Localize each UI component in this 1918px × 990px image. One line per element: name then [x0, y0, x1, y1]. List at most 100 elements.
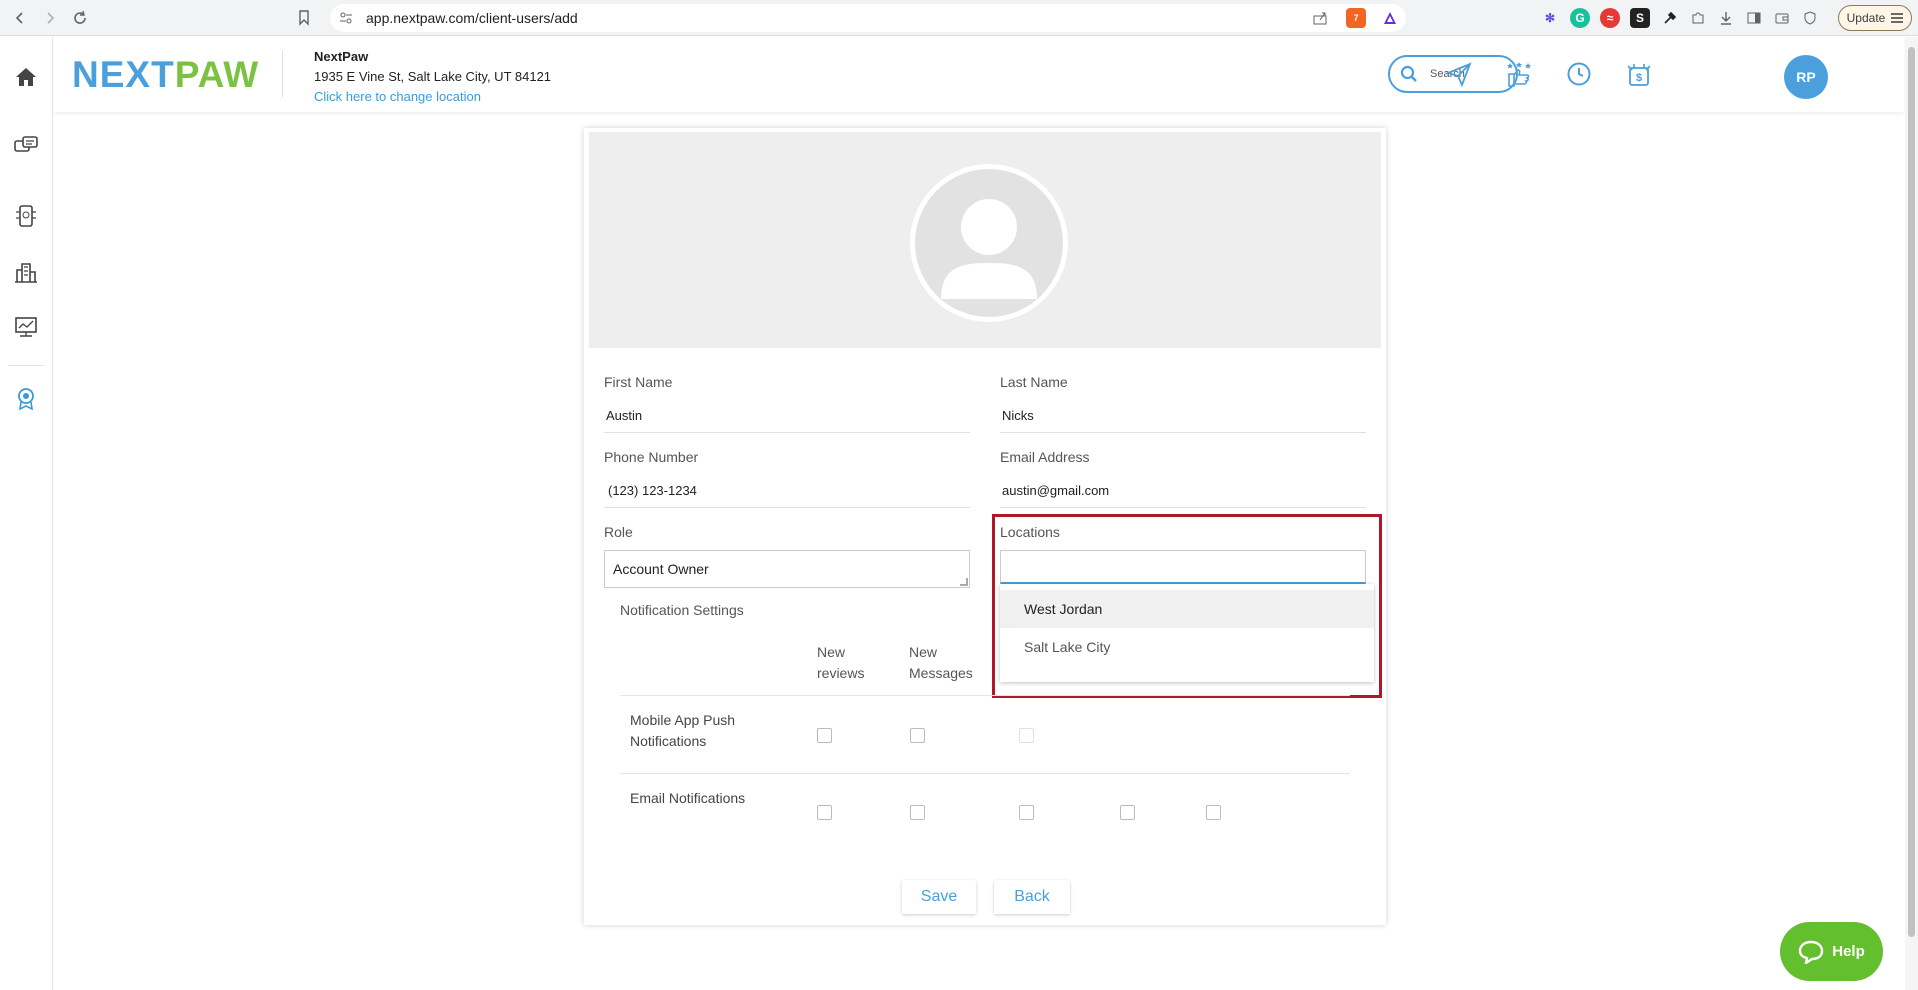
business-name: NextPaw: [314, 49, 369, 64]
table-divider: [620, 695, 1350, 696]
save-label: Save: [920, 888, 958, 905]
svg-text:$: $: [1636, 72, 1642, 84]
col-new-reviews-line2: reviews: [817, 665, 865, 681]
url-text: app.nextpaw.com/client-users/add: [366, 10, 578, 26]
last-name-field[interactable]: Nicks: [1002, 408, 1034, 423]
left-nav-rail: [0, 37, 53, 990]
locations-label: Locations: [1000, 524, 1060, 540]
back-label: Back: [1014, 888, 1050, 905]
change-location-link[interactable]: Click here to change location: [314, 89, 481, 104]
col-new-reviews: New reviews: [817, 642, 864, 684]
forward-arrow-icon[interactable]: [38, 6, 62, 30]
email-third-checkbox[interactable]: [1019, 805, 1034, 820]
email-field[interactable]: austin@gmail.com: [1002, 483, 1109, 498]
site-settings-icon[interactable]: [338, 10, 354, 26]
last-name-underline: [1000, 432, 1366, 433]
scrollbar-thumb[interactable]: [1908, 47, 1915, 937]
update-label: Update: [1846, 11, 1886, 25]
logo-next-text: NEXT: [72, 54, 175, 95]
billing-dollar-icon[interactable]: $: [1624, 59, 1654, 89]
send-paper-plane-icon[interactable]: [1444, 59, 1474, 89]
clock-icon[interactable]: [1564, 59, 1594, 89]
mobile-push-label-line2: Notifications: [630, 733, 707, 749]
back-arrow-icon[interactable]: [8, 6, 32, 30]
vpn-shield-icon[interactable]: [1800, 8, 1820, 28]
email-underline: [1000, 507, 1366, 508]
push-new-messages-checkbox[interactable]: [910, 728, 925, 743]
last-name-label: Last Name: [1000, 374, 1068, 390]
app-header: NEXTPAW NextPaw 1935 E Vine St, Salt Lak…: [54, 37, 1904, 112]
push-third-checkbox[interactable]: [1019, 728, 1034, 743]
email-fifth-checkbox[interactable]: [1206, 805, 1221, 820]
reviews-phone-icon[interactable]: [11, 201, 41, 231]
col-new-messages: New Messages: [909, 642, 973, 684]
phone-field[interactable]: (123) 123-1234: [608, 483, 697, 498]
help-button[interactable]: Help: [1780, 922, 1883, 981]
mobile-push-label-line1: Mobile App Push: [630, 712, 736, 728]
locations-input[interactable]: [1000, 550, 1366, 584]
save-button[interactable]: Save: [902, 880, 976, 914]
email-fourth-checkbox[interactable]: [1120, 805, 1135, 820]
role-label: Role: [604, 524, 633, 540]
mobile-push-label: Mobile App Push Notifications: [630, 710, 735, 752]
home-icon[interactable]: [11, 62, 41, 92]
role-select[interactable]: Account Owner: [604, 550, 970, 588]
analytics-icon[interactable]: [11, 312, 41, 342]
wallet-icon[interactable]: [1772, 8, 1792, 28]
first-name-field[interactable]: Austin: [606, 408, 642, 423]
user-avatar[interactable]: RP: [1784, 55, 1828, 99]
first-name-label: First Name: [604, 374, 673, 390]
role-value: Account Owner: [613, 561, 709, 577]
messages-icon[interactable]: [11, 131, 41, 161]
rail-divider: [8, 365, 44, 366]
email-new-reviews-checkbox[interactable]: [817, 805, 832, 820]
email-new-messages-checkbox[interactable]: [910, 805, 925, 820]
push-new-reviews-checkbox[interactable]: [817, 728, 832, 743]
extension-puzzle-purple-icon[interactable]: ✻: [1540, 8, 1560, 28]
grammarly-icon[interactable]: G: [1570, 8, 1590, 28]
logo-paw-text: PAW: [174, 54, 260, 95]
profile-photo-placeholder[interactable]: [910, 164, 1068, 322]
avatar-initials: RP: [1796, 69, 1816, 85]
reload-icon[interactable]: [68, 6, 92, 30]
location-option-salt-lake-city[interactable]: Salt Lake City: [1000, 628, 1374, 666]
sidebar-toggle-icon[interactable]: [1744, 8, 1764, 28]
update-button[interactable]: Update: [1838, 5, 1912, 31]
reviews-thumbs-up-icon[interactable]: [1504, 59, 1534, 89]
email-label: Email Address: [1000, 449, 1090, 465]
help-label: Help: [1832, 943, 1865, 960]
brave-rewards-icon[interactable]: [1380, 8, 1400, 28]
bookmark-icon[interactable]: [292, 6, 316, 30]
email-notifications-label: Email Notifications: [630, 790, 746, 806]
share-icon[interactable]: [1310, 8, 1330, 28]
table-divider: [620, 773, 1350, 774]
badge-award-icon[interactable]: [11, 384, 41, 414]
address-bar[interactable]: app.nextpaw.com/client-users/add: [330, 4, 1406, 32]
nextpaw-logo[interactable]: NEXTPAW: [72, 54, 259, 96]
chat-bubble-icon: [1799, 940, 1824, 964]
extension-red-icon[interactable]: ≈: [1600, 8, 1620, 28]
resize-grip-icon: [960, 578, 968, 586]
search-icon: [1400, 65, 1418, 86]
brave-badge: 7: [1353, 13, 1359, 23]
menu-icon: [1891, 13, 1904, 23]
download-icon[interactable]: [1716, 8, 1736, 28]
location-option-west-jordan[interactable]: West Jordan: [1000, 590, 1374, 628]
extension-s-icon[interactable]: S: [1630, 8, 1650, 28]
back-button[interactable]: Back: [994, 880, 1070, 914]
page-scrollbar[interactable]: [1905, 37, 1918, 990]
col-new-reviews-line1: New: [817, 644, 846, 660]
phone-underline: [604, 507, 970, 508]
browser-toolbar: app.nextpaw.com/client-users/add 7 ✻ G ≈…: [0, 0, 1918, 36]
eyedropper-icon[interactable]: [1660, 8, 1680, 28]
user-silhouette-icon: [941, 199, 1037, 299]
profile-cover: [589, 132, 1381, 348]
add-user-card: First Name Austin Last Name Nicks Phone …: [584, 128, 1386, 925]
notification-settings-title: Notification Settings: [620, 602, 744, 618]
header-divider: [282, 51, 283, 97]
extensions-puzzle-icon[interactable]: [1688, 8, 1708, 28]
building-icon[interactable]: [11, 257, 41, 287]
brave-shield-icon[interactable]: 7: [1346, 8, 1366, 28]
business-address: 1935 E Vine St, Salt Lake City, UT 84121: [314, 69, 552, 84]
phone-label: Phone Number: [604, 449, 699, 465]
